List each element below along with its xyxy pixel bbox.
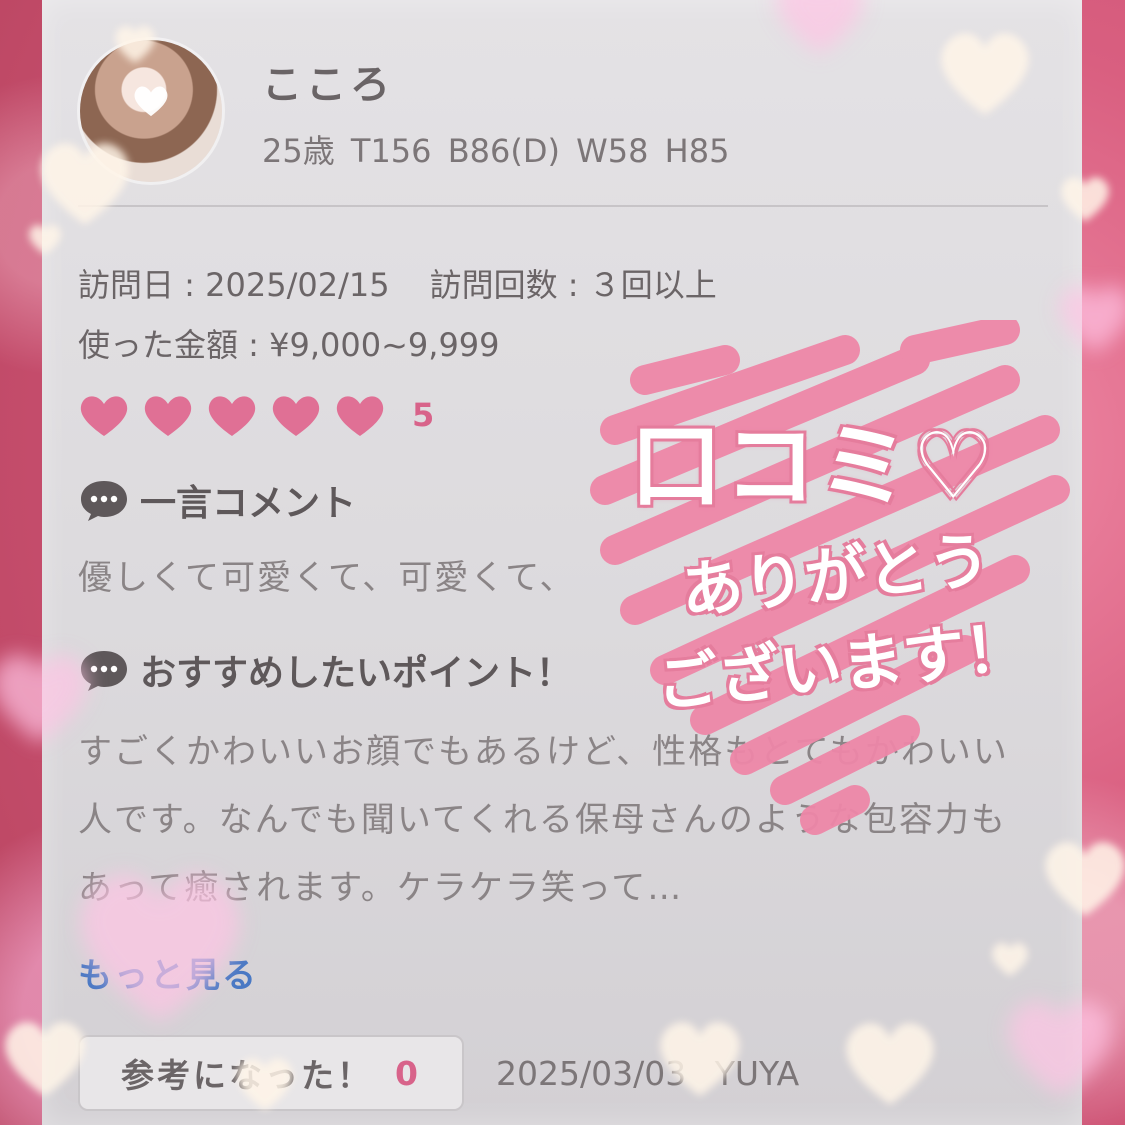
- speech-bubble-icon: [81, 481, 127, 521]
- speech-bubble-icon: [81, 651, 127, 691]
- profile-stats: 25歳 T156 B86(D) W58 H85: [262, 132, 730, 170]
- post-meta: 2025/03/03 YUYA: [496, 1054, 799, 1093]
- visit-info-row: 訪問日 : 2025/02/15 訪問回数 : ３回以上: [78, 260, 717, 306]
- helpful-label: 参考になった！: [121, 1056, 374, 1095]
- helpful-count: 0: [395, 1053, 421, 1093]
- heart-icon: [80, 396, 128, 436]
- rating-value: 5: [412, 396, 435, 434]
- heart-icon: [272, 396, 320, 436]
- point-heading: おすすめしたいポイント！: [78, 644, 572, 696]
- avatar[interactable]: [80, 40, 222, 182]
- heart-icon: [144, 396, 192, 436]
- post-date: 2025/03/03: [496, 1054, 687, 1093]
- rating-hearts: 5: [78, 392, 434, 438]
- profile-name[interactable]: こころ: [262, 52, 394, 110]
- comment-text: 優しくて可愛くて、可愛くて、: [78, 558, 576, 598]
- divider: [78, 205, 1048, 207]
- visit-date: 訪問日 : 2025/02/15: [78, 266, 390, 304]
- amount-spent: 使った金額 : ¥9,000~9,999: [78, 326, 500, 364]
- sticker-title: 口コミ♡: [630, 413, 997, 520]
- see-more-link[interactable]: もっと見る: [78, 948, 258, 997]
- author-name: YUYA: [714, 1054, 800, 1093]
- visit-count: 訪問回数 : ３回以上: [429, 266, 717, 304]
- comment-heading: 一言コメント: [78, 474, 356, 526]
- heart-icon: [336, 396, 384, 436]
- point-title: おすすめしたいポイント！: [140, 653, 573, 694]
- comment-title: 一言コメント: [140, 483, 357, 524]
- helpful-button[interactable]: 参考になった！ 0: [78, 1035, 464, 1111]
- heart-icon: [208, 396, 256, 436]
- heart-sticker-icon: [134, 86, 168, 117]
